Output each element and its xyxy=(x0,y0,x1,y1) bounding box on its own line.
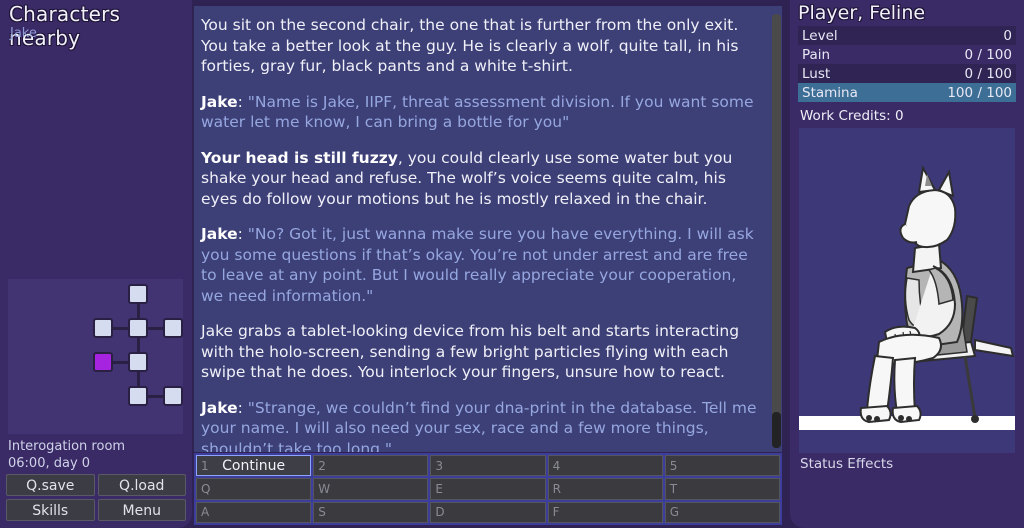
game-window: Characters nearby Jake Interogation room… xyxy=(0,0,1024,528)
emphasis-text: Your head is still fuzzy xyxy=(201,148,398,167)
dialogue-text: "Strange, we couldn’t find your dna-prin… xyxy=(201,398,757,453)
minimap-link xyxy=(148,395,163,398)
action-button-empty-4[interactable]: 4 xyxy=(547,455,663,477)
sidebar-button-group: Q.save Q.load Skills Menu xyxy=(6,474,186,521)
stat-value: 0 / 100 xyxy=(964,65,1013,82)
action-key-hint: 5 xyxy=(669,458,678,473)
action-button-empty-g[interactable]: G xyxy=(664,501,780,523)
action-button-empty-5[interactable]: 5 xyxy=(664,455,780,477)
action-key-hint: A xyxy=(201,505,210,520)
stat-row-pain[interactable]: Pain 0 / 100 xyxy=(798,45,1016,64)
minimap-link xyxy=(137,338,140,352)
player-stats-list: Level 0 Pain 0 / 100 Lust 0 / 100 Stamina 100 /… xyxy=(798,26,1016,102)
narration-text: Jake grabs a tablet-looking device from … xyxy=(201,322,740,381)
stat-label: Stamina xyxy=(802,84,858,101)
minimap-link xyxy=(137,372,140,386)
minimap-link xyxy=(137,304,140,318)
action-button-empty-d[interactable]: D xyxy=(430,501,546,523)
stat-label: Lust xyxy=(802,65,831,82)
player-title: Player, Feline xyxy=(798,2,926,24)
action-button-empty-f[interactable]: F xyxy=(547,501,663,523)
skills-button[interactable]: Skills xyxy=(6,499,95,521)
narration-paragraph: You sit on the second chair, the one tha… xyxy=(201,15,759,77)
action-button-empty-r[interactable]: R xyxy=(547,478,663,500)
stat-row-level[interactable]: Level 0 xyxy=(798,26,1016,45)
story-scrollbar-thumb[interactable] xyxy=(772,412,781,448)
minimap-node-current[interactable] xyxy=(93,352,113,372)
narration-text: : xyxy=(237,398,248,417)
minimap-node[interactable] xyxy=(93,318,113,338)
stat-row-stamina[interactable]: Stamina 100 / 100 xyxy=(798,83,1016,102)
quick-save-button[interactable]: Q.save xyxy=(6,474,95,496)
speaker-name: Jake xyxy=(201,92,238,111)
action-key-hint: T xyxy=(669,481,678,496)
minimap-node[interactable] xyxy=(128,284,148,304)
stat-label: Level xyxy=(802,27,838,44)
dialogue-paragraph: Jake: "No? Got it, just wanna make sure … xyxy=(201,224,759,306)
action-button-empty-q[interactable]: Q xyxy=(196,478,312,500)
minimap-link xyxy=(113,361,128,364)
action-button-empty-t[interactable]: T xyxy=(664,478,780,500)
minimap-node[interactable] xyxy=(128,386,148,406)
minimap[interactable] xyxy=(8,279,183,434)
action-button-empty-e[interactable]: E xyxy=(430,478,546,500)
player-portrait-image xyxy=(799,128,1015,453)
narration-paragraph: Jake grabs a tablet-looking device from … xyxy=(201,321,759,383)
characters-nearby-list: Jake xyxy=(10,26,37,42)
narration-paragraph: Your head is still fuzzy, you could clea… xyxy=(201,148,759,210)
dialogue-text: "No? Got it, just wanna make sure you ha… xyxy=(201,225,754,305)
dialogue-paragraph: Jake: "Name is Jake, IIPF, threat assess… xyxy=(201,92,759,133)
minimap-link xyxy=(148,327,163,330)
quick-load-button[interactable]: Q.load xyxy=(97,474,186,496)
action-key-hint: 3 xyxy=(435,458,444,473)
action-key-hint: F xyxy=(552,505,560,520)
action-button-grid: 1 Continue 2 3 4 5 Q W E R T A S D F G xyxy=(194,453,782,525)
action-button-empty-a[interactable]: A xyxy=(196,501,312,523)
story-scrollbar-track[interactable] xyxy=(772,14,781,448)
action-button-empty-3[interactable]: 3 xyxy=(430,455,546,477)
action-key-hint: G xyxy=(669,505,680,520)
stat-value: 0 / 100 xyxy=(964,46,1013,63)
action-key-hint: W xyxy=(318,481,331,496)
minimap-node[interactable] xyxy=(128,318,148,338)
action-button-continue[interactable]: 1 Continue xyxy=(196,455,312,477)
narration-text: : xyxy=(237,92,248,111)
action-key-hint: R xyxy=(552,481,561,496)
dialogue-paragraph: Jake: "Strange, we couldn’t find your dn… xyxy=(201,398,759,453)
narration-text: : xyxy=(237,225,248,243)
stat-row-lust[interactable]: Lust 0 / 100 xyxy=(798,64,1016,83)
minimap-node[interactable] xyxy=(163,386,183,406)
speaker-name: Jake xyxy=(201,398,238,417)
action-button-empty-2[interactable]: 2 xyxy=(313,455,429,477)
action-button-empty-w[interactable]: W xyxy=(313,478,429,500)
action-button-label: Continue xyxy=(222,457,286,474)
minimap-node[interactable] xyxy=(128,352,148,372)
speaker-name: Jake xyxy=(201,225,238,243)
stat-value: 0 xyxy=(1003,27,1012,44)
action-key-hint: Q xyxy=(201,481,211,496)
game-clock: 06:00, day 0 xyxy=(8,456,91,471)
left-sidebar: Characters nearby Jake Interogation room… xyxy=(0,0,192,528)
action-button-empty-s[interactable]: S xyxy=(313,501,429,523)
status-effects-label: Status Effects xyxy=(800,456,894,472)
action-key-hint: S xyxy=(318,505,326,520)
action-key-hint: 2 xyxy=(318,458,326,473)
story-text: You sit on the second chair, the one tha… xyxy=(201,15,759,452)
action-key-hint: 4 xyxy=(552,458,561,473)
narration-text: You sit on the second chair, the one tha… xyxy=(201,16,739,75)
stat-label: Pain xyxy=(802,46,831,63)
dialogue-text: "Name is Jake, IIPF, threat assessment d… xyxy=(201,92,754,132)
minimap-link xyxy=(113,327,128,330)
location-name: Interogation room xyxy=(8,439,126,454)
player-portrait xyxy=(799,128,1015,453)
stat-value: 100 / 100 xyxy=(947,84,1012,101)
character-entry[interactable]: Jake xyxy=(10,26,37,42)
action-key-hint: D xyxy=(435,505,445,520)
story-panel: You sit on the second chair, the one tha… xyxy=(194,6,782,452)
work-credits-label: Work Credits: 0 xyxy=(800,108,904,124)
minimap-node[interactable] xyxy=(163,318,183,338)
menu-button[interactable]: Menu xyxy=(97,499,186,521)
action-key-hint: E xyxy=(435,481,443,496)
